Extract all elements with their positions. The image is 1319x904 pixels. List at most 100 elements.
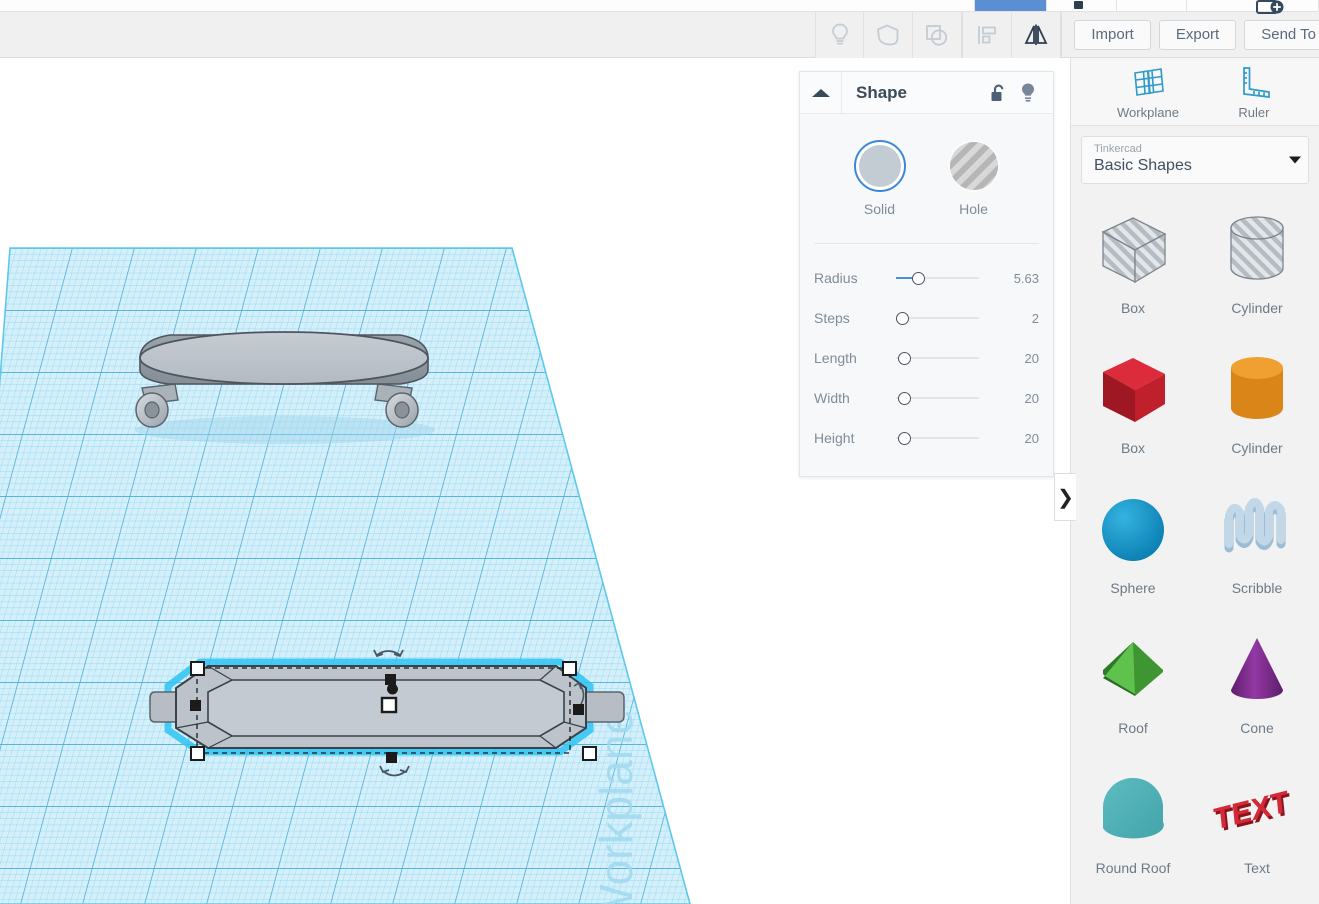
- mirror-icon[interactable]: [1012, 11, 1061, 58]
- tinkercad-editor: Import Export Send To Workplane ❯ Shape …: [0, 0, 1319, 904]
- shape-panel-header-icons: [990, 82, 1053, 104]
- scribble-thumbnail: [1209, 482, 1305, 578]
- resize-handle-tr: [562, 661, 577, 676]
- cylinder-hole-thumbnail: [1209, 202, 1305, 298]
- text-label: Text: [1244, 860, 1270, 876]
- shape-item-text[interactable]: TEXT TEXT Text: [1195, 754, 1319, 894]
- ruler-icon: [1243, 67, 1270, 98]
- radius-knob[interactable]: [911, 271, 925, 285]
- shape-panel-body: Solid Hole Radius 5.63 Steps 2 Length 20…: [800, 114, 1053, 476]
- solid-swatch-fill: [858, 145, 901, 187]
- ruler-tool-label: Ruler: [1238, 105, 1270, 120]
- import-button[interactable]: Import: [1074, 19, 1151, 50]
- width-slider[interactable]: [896, 390, 993, 406]
- box-solid-label: Box: [1120, 440, 1146, 456]
- ungroup-icon[interactable]: [913, 11, 962, 58]
- shape-inspector-panel: Shape Solid Hole Radius 5.63 Steps 2 Len…: [799, 71, 1054, 477]
- toolbar-spacer: [0, 12, 815, 57]
- shape-item-box-solid[interactable]: Box: [1071, 334, 1195, 474]
- lightbulb-icon[interactable]: [1019, 82, 1037, 104]
- slider-row-steps: Steps 2: [800, 298, 1053, 338]
- cylinder-hole-label: Cylinder: [1231, 300, 1283, 316]
- workplane-tools: Workplane Ruler: [1071, 58, 1319, 126]
- steps-slider[interactable]: [896, 310, 993, 326]
- send-to-button[interactable]: Send To: [1244, 19, 1319, 50]
- hole-swatch-circle: [947, 140, 1000, 192]
- cone-label: Cone: [1240, 720, 1274, 736]
- height-value: 20: [1024, 430, 1039, 446]
- active-tab-indicator[interactable]: [975, 0, 1047, 11]
- shape-item-cone[interactable]: Cone: [1195, 614, 1319, 754]
- height-slider[interactable]: [896, 430, 993, 446]
- radius-slider[interactable]: [896, 270, 993, 286]
- length-knob[interactable]: [898, 351, 912, 365]
- width-label: Width: [814, 390, 850, 406]
- shape-item-cylinder-solid[interactable]: Cylinder: [1195, 334, 1319, 474]
- sphere-label: Sphere: [1110, 580, 1156, 596]
- shape-library-select[interactable]: Tinkercad Basic Shapes: [1081, 136, 1309, 184]
- resize-handle-br: [582, 746, 597, 761]
- hole-swatch-label: Hole: [959, 201, 988, 217]
- shape-item-roof[interactable]: Roof: [1071, 614, 1195, 754]
- slider-row-radius: Radius 5.63: [800, 258, 1053, 298]
- workplane-watermark: Workplane: [590, 709, 642, 904]
- hole-swatch-fill: [949, 142, 998, 190]
- group-icon[interactable]: [864, 11, 913, 58]
- main-toolbar: Import Export Send To: [0, 11, 1319, 58]
- shape-item-box-hole[interactable]: Box: [1071, 194, 1195, 334]
- round-roof-thumbnail: [1085, 762, 1181, 858]
- chevron-down-icon: [1289, 156, 1301, 164]
- browser-tab-strip: [0, 0, 1319, 12]
- caret-up-icon[interactable]: [800, 71, 842, 114]
- tab-strip-left: [0, 0, 975, 11]
- unlock-icon[interactable]: [990, 83, 1007, 103]
- steps-label: Steps: [814, 310, 850, 326]
- sphere-thumbnail: [1085, 482, 1181, 578]
- toolbar-actions: Import Export Send To: [1074, 12, 1319, 58]
- shape-item-round-roof[interactable]: Round Roof: [1071, 754, 1195, 894]
- tab-item-1[interactable]: [1047, 0, 1117, 11]
- round-roof-label: Round Roof: [1095, 860, 1171, 876]
- shapes-library-panel: Workplane Ruler Tinkercad Basic Shapes B…: [1070, 58, 1319, 904]
- steps-knob[interactable]: [896, 311, 909, 325]
- library-select-value: Basic Shapes: [1094, 157, 1192, 174]
- cylinder-solid-thumbnail: [1209, 342, 1305, 438]
- align-icon[interactable]: [963, 11, 1012, 58]
- edge-handle-bottom: [386, 752, 397, 763]
- shape-item-scribble[interactable]: Scribble: [1195, 474, 1319, 614]
- box-solid-thumbnail: [1085, 342, 1181, 438]
- tab-item-2[interactable]: [1117, 0, 1187, 11]
- slider-row-width: Width 20: [800, 378, 1053, 418]
- width-knob[interactable]: [898, 391, 912, 405]
- shape-panel-title: Shape: [856, 82, 908, 102]
- shape-library-grid: Box Cylinder Box Cylinder Sphere Scribbl…: [1071, 184, 1319, 894]
- solid-swatch[interactable]: Solid: [853, 140, 906, 217]
- scribble-label: Scribble: [1231, 580, 1283, 596]
- length-slider[interactable]: [896, 350, 993, 366]
- hole-swatch[interactable]: Hole: [947, 140, 1000, 217]
- radius-label: Radius: [814, 270, 858, 286]
- panel-collapse-chevron-icon[interactable]: ❯: [1054, 473, 1076, 521]
- radius-value: 5.63: [1013, 270, 1039, 286]
- edge-handle-right: [573, 704, 584, 715]
- wheel-rear: [385, 392, 419, 428]
- slider-row-length: Length 20: [800, 338, 1053, 378]
- shape-item-sphere[interactable]: Sphere: [1071, 474, 1195, 614]
- tab-item-3[interactable]: [1187, 0, 1257, 11]
- height-knob[interactable]: [898, 431, 912, 445]
- steps-value: 2: [1031, 310, 1039, 326]
- note-lightbulb-icon[interactable]: [815, 11, 864, 58]
- solid-swatch-circle: [853, 140, 906, 192]
- workplane-icon: [1134, 68, 1164, 96]
- cylinder-solid-label: Cylinder: [1231, 440, 1283, 456]
- length-label: Length: [814, 350, 857, 366]
- export-button[interactable]: Export: [1158, 19, 1237, 50]
- toolbar-separator-2: [1061, 11, 1062, 58]
- ruler-tool[interactable]: Ruler: [1235, 63, 1273, 120]
- shape-item-cylinder-hole[interactable]: Cylinder: [1195, 194, 1319, 334]
- library-select-kicker: Tinkercad: [1094, 143, 1142, 155]
- resize-handle-bl: [190, 746, 205, 761]
- workplane-tool[interactable]: Workplane: [1117, 63, 1179, 120]
- box-hole-thumbnail: [1085, 202, 1181, 298]
- add-collaborator-icon[interactable]: [1255, 0, 1295, 14]
